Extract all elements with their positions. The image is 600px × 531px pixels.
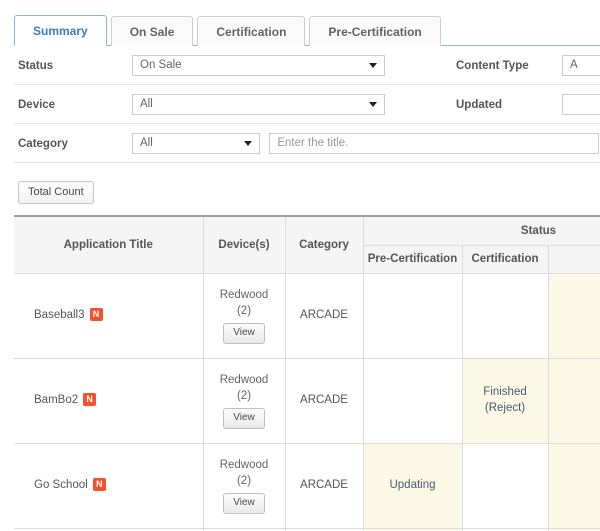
cell-certification	[462, 443, 549, 529]
status-select-value: On Sale	[140, 58, 182, 71]
header-certification: Certification	[462, 245, 549, 274]
updated-control-cell	[562, 85, 600, 124]
device-name: Redwood	[219, 458, 269, 471]
cell-devices: Redwood (2) View	[203, 273, 286, 359]
new-badge-icon: N	[83, 392, 97, 406]
cell-category: ARCADE	[285, 273, 364, 359]
cell-application-title: Go School N	[14, 443, 204, 529]
device-name: Redwood	[219, 373, 269, 386]
updated-label-cell: Updated	[452, 85, 562, 124]
category-select[interactable]: All	[132, 132, 260, 154]
new-badge-icon: N	[92, 477, 106, 491]
cell-application-title: Baseball3 N	[14, 273, 204, 359]
category-select-value: All	[140, 136, 153, 149]
header-category: Category	[285, 216, 364, 274]
chevron-down-icon	[369, 63, 377, 68]
cell-on-sale: For S (Ready ang	[548, 358, 600, 444]
status-label: Status	[18, 60, 54, 72]
filter-row-device: Device All Updated	[14, 85, 600, 124]
table-row[interactable]: Go School N Redwood (2) View ARCADE Updat…	[14, 443, 600, 529]
updated-date-input[interactable]	[562, 93, 600, 115]
header-application-title: Application Title	[14, 216, 204, 274]
table-toolbar: Total Count	[0, 163, 600, 215]
table-row[interactable]: BamBo2 N Redwood (2) View ARCADE Finished…	[14, 358, 600, 444]
tab-on-sale[interactable]: On Sale	[110, 16, 194, 46]
status-label-cell: Status	[14, 46, 132, 85]
results-table-body: Baseball3 N Redwood (2) View ARCADE For S…	[14, 273, 600, 531]
tab-pre-certification[interactable]: Pre-Certification	[309, 16, 441, 46]
new-badge-icon: N	[89, 307, 103, 321]
device-select-value: All	[140, 97, 153, 110]
cell-category: ARCADE	[285, 358, 364, 444]
view-devices-button[interactable]: View	[223, 408, 265, 429]
updated-label: Updated	[456, 99, 502, 111]
header-devices: Device(s)	[203, 216, 286, 274]
content-type-label: Content Type	[456, 60, 529, 72]
content-type-control-cell: A	[562, 46, 600, 85]
tab-bar: Summary On Sale Certification Pre-Certif…	[0, 0, 600, 46]
tab-summary[interactable]: Summary	[14, 15, 107, 46]
device-label-cell: Device	[14, 85, 132, 124]
category-label-cell: Category	[14, 124, 132, 163]
device-count: (2)	[236, 304, 252, 317]
view-devices-button[interactable]: View	[223, 493, 265, 514]
device-name: Redwood	[219, 288, 269, 301]
tab-certification[interactable]: Certification	[197, 16, 306, 46]
header-row-top: Application Title Device(s) Category Sta…	[14, 216, 600, 274]
status-control-cell: On Sale	[132, 46, 452, 85]
cell-category: ARCADE	[285, 443, 364, 529]
table-row[interactable]: Baseball3 N Redwood (2) View ARCADE For S…	[14, 273, 600, 359]
filter-form: Status On Sale Content Type A Device All…	[14, 46, 600, 163]
category-control-cell: All Enter the title.	[132, 124, 600, 163]
status-select[interactable]: On Sale	[132, 54, 385, 76]
cell-pre-certification	[363, 273, 463, 359]
view-devices-button[interactable]: View	[223, 323, 265, 344]
device-label: Device	[18, 99, 56, 111]
chevron-down-icon	[369, 102, 377, 107]
cell-devices: Redwood (2) View	[203, 443, 286, 529]
category-label: Category	[18, 138, 68, 150]
cell-pre-certification: Updating	[363, 443, 463, 529]
results-table: Application Title Device(s) Category Sta…	[14, 215, 600, 531]
header-status-group: Status	[363, 216, 600, 247]
filter-row-status: Status On Sale Content Type A	[14, 46, 600, 85]
results-table-wrapper: Application Title Device(s) Category Sta…	[14, 215, 600, 531]
device-count: (2)	[236, 389, 252, 402]
application-title-text: BamBo2	[34, 393, 79, 406]
tab-list: Summary On Sale Certification Pre-Certif…	[14, 14, 600, 46]
cell-certification	[462, 273, 549, 359]
cell-pre-certification	[363, 358, 463, 444]
filter-row-category: Category All Enter the title.	[14, 124, 600, 163]
application-title-text: Go School	[34, 478, 88, 491]
cell-application-title: BamBo2 N	[14, 358, 204, 444]
title-search-placeholder: Enter the title.	[277, 136, 349, 149]
content-type-label-cell: Content Type	[452, 46, 562, 85]
cell-certification: Finished (Reject)	[462, 358, 549, 444]
total-count-button[interactable]: Total Count	[18, 181, 94, 204]
header-on-sale: On S	[548, 245, 600, 274]
device-control-cell: All	[132, 85, 452, 124]
device-count: (2)	[236, 474, 252, 487]
title-search-input[interactable]: Enter the title.	[269, 132, 600, 154]
application-root: Summary On Sale Certification Pre-Certif…	[0, 0, 600, 531]
device-select[interactable]: All	[132, 93, 385, 115]
content-type-select[interactable]: A	[562, 54, 600, 76]
results-table-head: Application Title Device(s) Category Sta…	[14, 216, 600, 274]
content-type-select-value: A	[570, 58, 578, 71]
application-title-text: Baseball3	[34, 308, 85, 321]
cell-devices: Redwood (2) View	[203, 358, 286, 444]
header-pre-certification: Pre-Certification	[363, 245, 463, 274]
cell-on-sale: Suspe (Ready ang	[548, 443, 600, 529]
chevron-down-icon	[244, 141, 252, 146]
cell-on-sale: For S (Ready ang	[548, 273, 600, 359]
